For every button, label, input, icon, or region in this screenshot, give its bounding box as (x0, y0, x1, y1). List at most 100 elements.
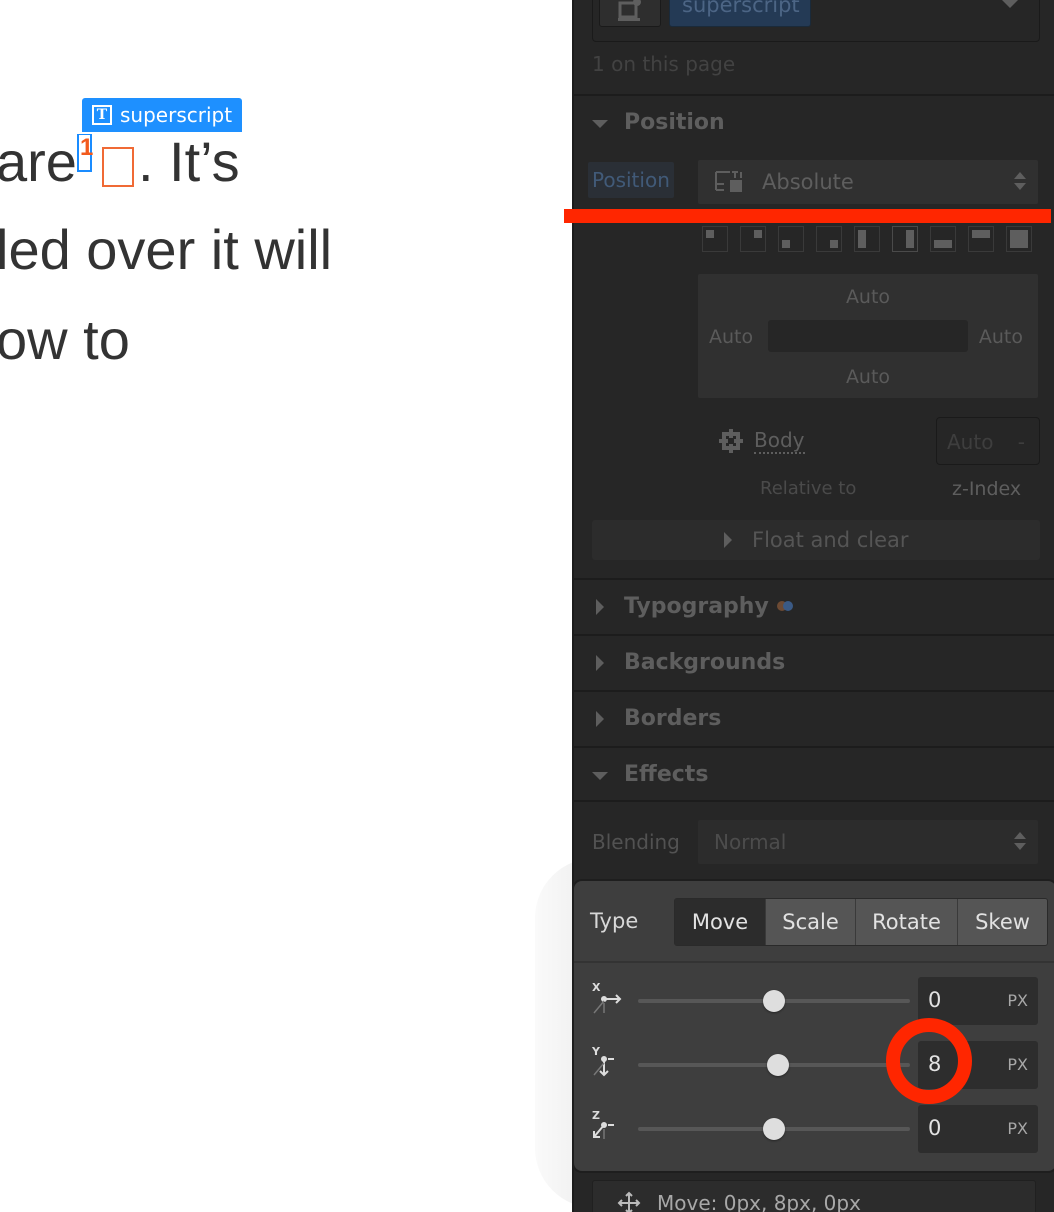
x-slider[interactable] (638, 990, 910, 1012)
paragraph-line-3: ow to (0, 308, 130, 371)
z-axis-icon: Z (592, 1109, 614, 1139)
y-axis-icon: Y (591, 1045, 614, 1077)
y-unit[interactable]: PX (1007, 1055, 1028, 1074)
y-slider[interactable] (638, 1054, 910, 1076)
svg-text:Y: Y (591, 1045, 601, 1058)
section-effects-header[interactable]: Effects (574, 746, 1054, 802)
section-borders-header[interactable]: Borders (574, 690, 1054, 744)
chevron-down-icon[interactable] (1001, 0, 1019, 8)
transform-popup: Type Move Scale Rotate Skew X 0 PX Y 8 P… (574, 881, 1054, 1171)
annotation-circle (886, 1018, 972, 1104)
placeholder-marker (101, 147, 134, 187)
offset-right[interactable]: Auto (979, 326, 1023, 348)
text-fragment: are (0, 130, 77, 193)
section-backgrounds-header[interactable]: Backgrounds (574, 634, 1054, 688)
relative-to-icon (719, 429, 743, 453)
tab-scale[interactable]: Scale (765, 899, 855, 945)
class-chip[interactable]: superscript (669, 0, 811, 27)
select-arrows-icon (1014, 172, 1026, 192)
position-label: Position (588, 162, 674, 198)
preset-top-right[interactable] (740, 226, 766, 252)
text-block-icon: T (92, 105, 112, 125)
position-presets (702, 226, 1032, 252)
usage-count: 1 on this page (592, 52, 736, 76)
zindex-input[interactable]: Auto - (936, 417, 1040, 465)
x-slider-thumb[interactable] (763, 990, 785, 1012)
offset-center (768, 320, 968, 352)
x-value: 0 (928, 988, 942, 1012)
preset-bottom[interactable] (930, 226, 956, 252)
y-slider-thumb[interactable] (767, 1054, 790, 1076)
caret-right-icon (596, 655, 604, 671)
section-typography-header[interactable]: Typography (574, 578, 1054, 632)
move-arrows-icon (617, 1191, 641, 1212)
caret-down-icon (592, 772, 608, 780)
section-title: Typography (624, 594, 769, 619)
caret-right-icon (596, 599, 604, 615)
svg-text:X: X (592, 981, 601, 994)
section-title: Backgrounds (624, 650, 786, 675)
section-title: Effects (624, 762, 709, 787)
inherited-indicator-icon (776, 592, 793, 617)
blending-select[interactable]: Normal (698, 820, 1038, 864)
y-axis-row: Y 8 PX (574, 1033, 1054, 1097)
z-value: 0 (928, 1116, 942, 1140)
z-unit[interactable]: PX (1007, 1119, 1028, 1138)
position-select[interactable]: Absolute (698, 160, 1038, 204)
svg-text:Z: Z (592, 1109, 600, 1122)
float-and-clear-label: Float and clear (752, 528, 909, 552)
z-value-input[interactable]: 0 PX (918, 1105, 1038, 1153)
preset-left[interactable] (854, 226, 880, 252)
position-offsets: Auto Auto Auto Auto (698, 274, 1038, 398)
element-icon[interactable] (599, 0, 661, 27)
x-axis-icon: X (592, 981, 622, 1014)
preset-bottom-right[interactable] (816, 226, 842, 252)
relative-to-link[interactable]: Body (754, 428, 805, 454)
transform-summary-item[interactable]: Move: 0px, 8px, 0px (592, 1180, 1036, 1212)
offset-bottom[interactable]: Auto (698, 366, 1038, 388)
tab-skew[interactable]: Skew (957, 899, 1047, 945)
relative-to-label: Relative to (760, 478, 857, 499)
blending-label: Blending (592, 830, 680, 854)
select-arrows-icon (1014, 832, 1026, 852)
preset-full[interactable] (1006, 226, 1032, 252)
selected-element-name: superscript (120, 103, 233, 127)
x-axis-row: X 0 PX (574, 969, 1054, 1033)
section-position-header[interactable]: Position (574, 94, 1054, 148)
design-canvas[interactable]: T superscript are 1. It’s led over it wil… (0, 0, 635, 1212)
type-label: Type (590, 909, 639, 933)
tab-move[interactable]: Move (675, 899, 765, 945)
position-value: Absolute (762, 170, 854, 194)
offset-left[interactable]: Auto (709, 326, 753, 348)
float-and-clear-toggle[interactable]: Float and clear (592, 520, 1040, 560)
caret-right-icon (724, 532, 732, 548)
zindex-dash: - (1017, 430, 1025, 454)
z-slider-thumb[interactable] (763, 1118, 785, 1140)
preset-top-left[interactable] (702, 226, 728, 252)
paragraph-line-1[interactable]: are 1. It’s (0, 134, 240, 196)
preset-top[interactable] (968, 226, 994, 252)
preset-bottom-left[interactable] (778, 226, 804, 252)
absolute-position-icon (715, 171, 742, 192)
caret-down-icon (592, 120, 608, 128)
zindex-value: Auto (947, 430, 994, 454)
annotation-highlight-bar (564, 209, 1051, 223)
tab-rotate[interactable]: Rotate (855, 899, 957, 945)
transform-type-row: Type Move Scale Rotate Skew (574, 881, 1054, 963)
offset-top[interactable]: Auto (698, 286, 1038, 308)
blending-value: Normal (714, 830, 787, 854)
z-axis-row: Z 0 PX (574, 1097, 1054, 1161)
text-fragment: . It’s (137, 130, 240, 193)
x-unit[interactable]: PX (1007, 991, 1028, 1010)
zindex-label: z-Index (952, 478, 1022, 500)
selected-element-label: T superscript (82, 98, 243, 132)
section-title: Position (624, 110, 725, 135)
transform-summary-label: Move: 0px, 8px, 0px (657, 1191, 861, 1212)
z-slider[interactable] (638, 1118, 910, 1140)
selector-field[interactable]: superscript (592, 0, 1040, 42)
caret-right-icon (596, 711, 604, 727)
preset-right[interactable] (892, 226, 918, 252)
section-title: Borders (624, 706, 722, 731)
paragraph-line-2: led over it will (0, 218, 333, 281)
superscript-element[interactable]: 1 (76, 134, 93, 172)
